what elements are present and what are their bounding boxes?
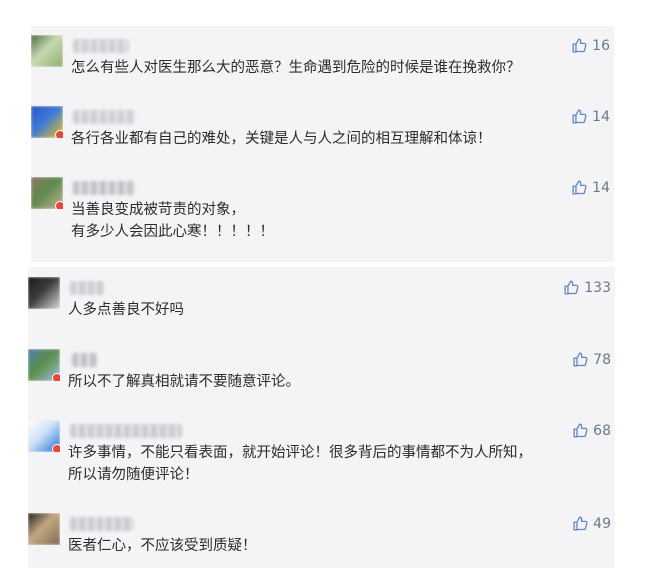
- comment-text: 当善良变成被苛责的对象， 有多少人会因此心寒！！！！！: [71, 199, 274, 243]
- thumbs-up-icon: [572, 351, 589, 368]
- comment-text-line: 许多事情，不能只看表面，就开始评论！很多背后的事情都不为人所知，: [68, 445, 532, 461]
- avatar[interactable]: [31, 177, 63, 209]
- like-count: 78: [593, 351, 611, 368]
- like-button[interactable]: 133: [563, 279, 611, 296]
- username-blurred[interactable]: [70, 517, 134, 531]
- comment-text-line: 当善良变成被苛责的对象，: [71, 202, 245, 218]
- avatar[interactable]: [28, 277, 60, 309]
- comment-text-line: 各行各业都有自己的难处，关键是人与人之间的相互理解和体谅！: [71, 131, 492, 147]
- comment-text: 许多事情，不能只看表面，就开始评论！很多背后的事情都不为人所知， 所以请勿随便评论…: [68, 442, 532, 486]
- comment-item: 各行各业都有自己的难处，关键是人与人之间的相互理解和体谅！ 14: [31, 106, 614, 158]
- comment-text-line: 人多点善良不好吗: [68, 302, 184, 318]
- like-count: 133: [584, 279, 611, 296]
- comment-text: 各行各业都有自己的难处，关键是人与人之间的相互理解和体谅！: [71, 128, 492, 150]
- avatar[interactable]: [28, 420, 60, 452]
- like-button[interactable]: 14: [571, 179, 610, 196]
- avatar[interactable]: [31, 106, 63, 138]
- username-blurred[interactable]: [72, 353, 98, 367]
- like-count: 16: [592, 37, 610, 54]
- comment-item: 所以不了解真相就请不要随意评论。 78: [28, 349, 615, 401]
- thumbs-up-icon: [571, 179, 588, 196]
- like-count: 49: [593, 515, 611, 532]
- like-button[interactable]: 78: [572, 351, 611, 368]
- comment-text: 所以不了解真相就请不要随意评论。: [68, 371, 300, 393]
- thumbs-up-icon: [572, 515, 589, 532]
- like-count: 14: [592, 108, 610, 125]
- comment-text: 人多点善良不好吗: [68, 299, 184, 321]
- avatar[interactable]: [28, 513, 60, 545]
- thumbs-up-icon: [572, 422, 589, 439]
- username-blurred[interactable]: [70, 281, 104, 295]
- comment-panel-bottom: 人多点善良不好吗 133 所以不了解真相就请不要随意评论。 78 许多事情，不能…: [28, 267, 615, 568]
- like-count: 14: [592, 179, 610, 196]
- comment-text-line: 有多少人会因此心寒！！！！！: [71, 224, 274, 240]
- like-button[interactable]: 49: [572, 515, 611, 532]
- comment-text-line: 医者仁心，不应该受到质疑！: [68, 538, 257, 554]
- like-button[interactable]: 68: [572, 422, 611, 439]
- avatar[interactable]: [31, 35, 63, 67]
- thumbs-up-icon: [571, 108, 588, 125]
- username-blurred[interactable]: [70, 424, 182, 438]
- comment-text-line: 所以请勿随便评论！: [68, 467, 199, 483]
- thumbs-up-icon: [563, 279, 580, 296]
- vip-badge: [52, 373, 60, 381]
- comment-item: 医者仁心，不应该受到质疑！ 49: [28, 513, 615, 565]
- comment-item: 许多事情，不能只看表面，就开始评论！很多背后的事情都不为人所知， 所以请勿随便评论…: [28, 420, 615, 500]
- comment-item: 怎么有些人对医生那么大的恶意？生命遇到危险的时候是谁在挽救你？ 16: [31, 35, 614, 87]
- vip-badge: [52, 444, 60, 452]
- comment-text-line: 怎么有些人对医生那么大的恶意？生命遇到危险的时候是谁在挽救你？: [71, 60, 521, 76]
- like-button[interactable]: 16: [571, 37, 610, 54]
- comment-item: 人多点善良不好吗 133: [28, 277, 615, 329]
- username-blurred[interactable]: [73, 39, 129, 53]
- like-count: 68: [593, 422, 611, 439]
- vip-badge: [55, 130, 63, 138]
- comment-text: 医者仁心，不应该受到质疑！: [68, 535, 257, 557]
- thumbs-up-icon: [571, 37, 588, 54]
- vip-badge: [55, 201, 63, 209]
- comment-text: 怎么有些人对医生那么大的恶意？生命遇到危险的时候是谁在挽救你？: [71, 57, 521, 79]
- comment-panel-top: 怎么有些人对医生那么大的恶意？生命遇到危险的时候是谁在挽救你？ 16 各行各业都…: [31, 26, 614, 262]
- username-blurred[interactable]: [73, 181, 135, 195]
- comment-item: 当善良变成被苛责的对象， 有多少人会因此心寒！！！！！ 14: [31, 177, 614, 257]
- comment-text-line: 所以不了解真相就请不要随意评论。: [68, 374, 300, 390]
- avatar[interactable]: [28, 349, 60, 381]
- username-blurred[interactable]: [73, 110, 135, 124]
- like-button[interactable]: 14: [571, 108, 610, 125]
